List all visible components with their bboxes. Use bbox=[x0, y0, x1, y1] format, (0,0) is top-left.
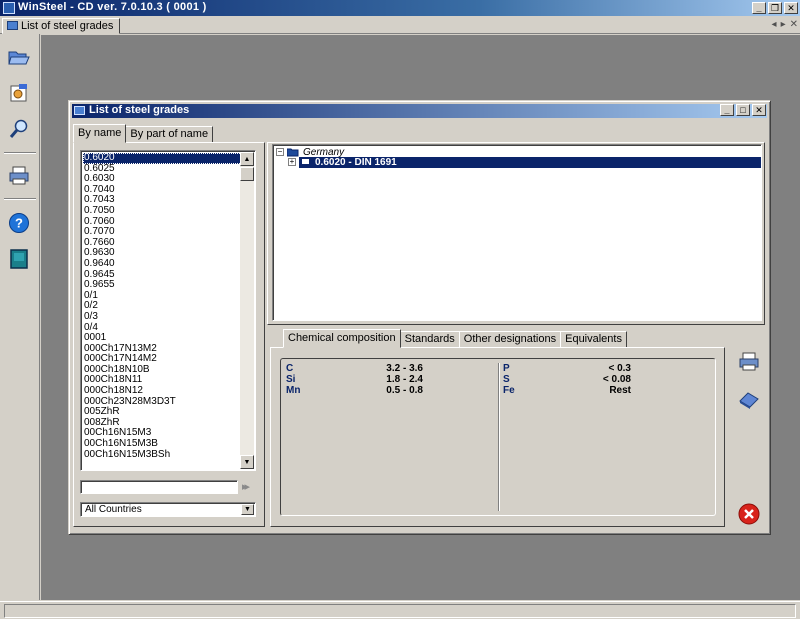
scroll-thumb[interactable] bbox=[240, 167, 254, 181]
element-symbol: S bbox=[503, 374, 510, 385]
book-icon bbox=[10, 249, 28, 269]
maximize-button[interactable]: □ bbox=[736, 104, 750, 116]
grade-items: 0.6020 0.6025 0.6030 0.7040 0.7043 0.705… bbox=[83, 152, 242, 461]
find-button[interactable] bbox=[6, 116, 32, 142]
tab-standards[interactable]: Standards bbox=[399, 331, 460, 348]
tab-by-name[interactable]: By name bbox=[73, 124, 127, 143]
column-divider bbox=[498, 363, 499, 511]
chevron-down-icon[interactable]: ▼ bbox=[241, 504, 254, 515]
element-value: Rest bbox=[609, 385, 631, 396]
tab-by-part-of-name[interactable]: By part of name bbox=[125, 126, 214, 143]
close-button[interactable]: ✕ bbox=[784, 2, 798, 14]
scroll-down-button[interactable]: ▼ bbox=[240, 455, 254, 469]
list-item[interactable]: 0/2 bbox=[83, 301, 242, 312]
list-item[interactable]: 0/3 bbox=[83, 311, 242, 323]
settings-icon bbox=[10, 84, 27, 102]
list-scrollbar[interactable]: ▲ ▼ bbox=[240, 152, 254, 469]
toolbar-divider bbox=[4, 198, 36, 200]
settings-button[interactable] bbox=[6, 80, 32, 106]
scroll-right-icon[interactable]: ▸ bbox=[781, 19, 786, 30]
close-tab-icon[interactable]: ✕ bbox=[790, 19, 798, 30]
element-symbol: C bbox=[286, 363, 294, 374]
scroll-left-icon[interactable]: ◂ bbox=[772, 19, 777, 30]
element-symbol: Si bbox=[286, 374, 296, 385]
app-titlebar: WinSteel - CD ver. 7.0.10.3 ( 0001 ) _ ❐… bbox=[0, 0, 800, 16]
element-symbol: Fe bbox=[503, 385, 515, 396]
minimize-button[interactable]: _ bbox=[752, 2, 766, 14]
open-folder-icon bbox=[8, 51, 30, 65]
composition-table: C 3.2 - 3.6 Si 1.8 - 2.4 Mn 0.5 - 0.8 P … bbox=[280, 358, 716, 516]
country-select-value: All Countries bbox=[85, 504, 142, 515]
element-symbol: P bbox=[503, 363, 510, 374]
help-button[interactable]: ? bbox=[6, 210, 32, 236]
element-value: 3.2 - 3.6 bbox=[386, 363, 423, 374]
open-button[interactable] bbox=[6, 44, 32, 70]
list-item[interactable]: 0/1 bbox=[83, 290, 242, 302]
search-tabs: By name By part of name bbox=[73, 124, 214, 143]
document-tab-strip: List of steel grades ◂ ▸ ✕ bbox=[0, 16, 800, 34]
grade-list[interactable]: 0.6020 0.6025 0.6030 0.7040 0.7043 0.705… bbox=[80, 150, 256, 471]
tab-equivalents[interactable]: Equivalents bbox=[560, 331, 627, 348]
doc-tab-steel-grades[interactable]: List of steel grades bbox=[2, 18, 121, 34]
app-icon bbox=[3, 2, 15, 14]
list-item[interactable]: 0.9655 bbox=[83, 280, 242, 291]
folder-icon bbox=[287, 148, 299, 157]
close-icon bbox=[738, 503, 760, 525]
list-item[interactable]: 0.7050 bbox=[83, 205, 242, 217]
tree-grade-label: 0.6020 - DIN 1691 bbox=[315, 157, 397, 168]
element-value: < 0.08 bbox=[602, 374, 631, 385]
close-button[interactable]: ✕ bbox=[752, 104, 766, 116]
standards-tree[interactable]: − Germany + 0.6020 - DIN 1691 bbox=[272, 144, 762, 321]
window-titlebar: List of steel grades _ □ ✕ bbox=[72, 104, 767, 118]
window-title: List of steel grades bbox=[89, 104, 190, 116]
search-icon bbox=[9, 119, 28, 138]
close-window-button[interactable] bbox=[737, 502, 761, 526]
print-composition-button[interactable] bbox=[737, 349, 761, 373]
folder-icon bbox=[74, 106, 85, 115]
grade-icon bbox=[302, 159, 309, 164]
print-button[interactable] bbox=[6, 162, 32, 188]
list-item[interactable]: 0.9640 bbox=[83, 258, 242, 270]
help-icon: ? bbox=[9, 213, 29, 233]
tree-grade-node[interactable]: 0.6020 - DIN 1691 bbox=[299, 157, 761, 168]
collapse-icon[interactable]: − bbox=[276, 148, 284, 156]
window-controls: _ ❐ ✕ bbox=[752, 2, 798, 14]
print-icon bbox=[9, 166, 29, 185]
minimize-button[interactable]: _ bbox=[720, 104, 734, 116]
tab-other-designations[interactable]: Other designations bbox=[458, 331, 562, 348]
list-item[interactable]: 0.6020 bbox=[83, 152, 242, 164]
grade-search-input[interactable] bbox=[80, 480, 238, 494]
go-arrow-button[interactable]: ▸▸ bbox=[242, 480, 258, 494]
window-controls: _ □ ✕ bbox=[720, 104, 766, 116]
tab-chemical-composition[interactable]: Chemical composition bbox=[283, 329, 401, 348]
status-bar bbox=[0, 601, 800, 619]
detail-tabs: Chemical composition Standards Other des… bbox=[283, 329, 627, 348]
folder-icon bbox=[7, 21, 18, 30]
element-value: 1.8 - 2.4 bbox=[386, 374, 423, 385]
restore-button[interactable]: ❐ bbox=[768, 2, 782, 14]
eraser-icon bbox=[739, 392, 759, 409]
app-title: WinSteel - CD ver. 7.0.10.3 ( 0001 ) bbox=[18, 1, 207, 13]
list-item[interactable]: 00Ch16N15M3BSh bbox=[83, 449, 242, 461]
tab-nav: ◂ ▸ ✕ bbox=[772, 19, 798, 30]
svg-text:?: ? bbox=[15, 216, 23, 231]
expand-icon[interactable]: + bbox=[288, 158, 296, 166]
doc-tab-label: List of steel grades bbox=[21, 20, 114, 32]
print-icon bbox=[739, 352, 759, 371]
scroll-up-button[interactable]: ▲ bbox=[240, 152, 254, 166]
left-toolbar: ? bbox=[0, 34, 40, 600]
book-button[interactable] bbox=[6, 246, 32, 272]
element-value: 0.5 - 0.8 bbox=[386, 385, 423, 396]
clear-button[interactable] bbox=[737, 387, 761, 411]
double-arrow-icon: ▸▸ bbox=[242, 481, 250, 493]
list-item[interactable]: 0/4 bbox=[83, 322, 242, 334]
element-symbol: Mn bbox=[286, 385, 301, 396]
country-select[interactable]: All Countries ▼ bbox=[80, 502, 256, 517]
toolbar-divider bbox=[4, 152, 36, 154]
element-value: < 0.3 bbox=[608, 363, 631, 374]
status-panel bbox=[4, 604, 796, 618]
